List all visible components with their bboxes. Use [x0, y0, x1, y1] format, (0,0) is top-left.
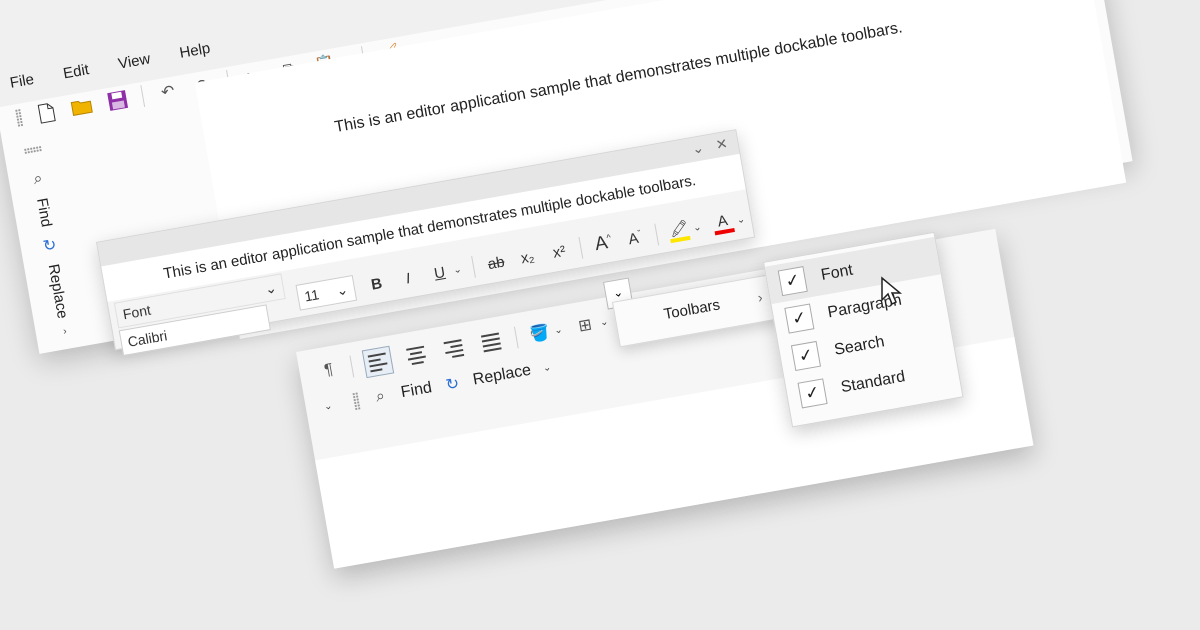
strikethrough-icon[interactable]: ab — [485, 253, 508, 273]
scene: File Edit View Help ↶ ↷ ✂ ⧉ 📋 ⌄ — [0, 0, 1200, 630]
new-document-icon[interactable] — [34, 100, 59, 125]
align-center-icon — [406, 345, 427, 365]
shrink-font-icon[interactable]: Aˇ — [624, 228, 647, 249]
search-toolbar-vertical: ⌕ Find ↻ Replace › — [14, 143, 93, 376]
toolbar-grip[interactable] — [14, 108, 24, 128]
chevron-down-icon: ⌄ — [263, 278, 278, 297]
font-size-value: 11 — [303, 286, 321, 305]
separator — [140, 85, 146, 107]
checkbox-checked-icon[interactable]: ✓ — [777, 266, 808, 297]
chevron-down-icon[interactable]: ⌄ — [599, 316, 609, 328]
toolbar-toggle-label: Standard — [839, 368, 907, 397]
italic-button[interactable]: I — [397, 268, 420, 288]
replace-button[interactable]: Replace — [45, 263, 71, 320]
separator — [578, 236, 584, 259]
separator — [471, 255, 477, 278]
chevron-down-icon[interactable]: ⌄ — [553, 324, 563, 336]
separator — [349, 355, 355, 378]
replace-icon[interactable]: ↻ — [37, 233, 62, 258]
toolbar-grip[interactable] — [352, 391, 362, 411]
toolbar-toggle-label: Search — [832, 333, 886, 359]
font-size-combo[interactable]: 11 ⌄ — [295, 274, 358, 311]
chevron-down-icon: ⌄ — [334, 280, 350, 299]
replace-button[interactable]: Replace — [472, 362, 533, 390]
align-center-button[interactable] — [401, 340, 431, 370]
justify-button[interactable] — [476, 327, 506, 357]
underline-button[interactable]: U — [428, 263, 451, 283]
checkbox-checked-icon[interactable]: ✓ — [790, 340, 822, 372]
close-icon[interactable]: ✕ — [714, 135, 729, 154]
search-icon[interactable]: ⌕ — [368, 384, 393, 409]
chevron-down-icon[interactable]: ⌄ — [692, 221, 702, 233]
align-right-button[interactable] — [439, 333, 469, 363]
borders-icon[interactable]: ⊞ — [572, 313, 597, 338]
toolbar-grip[interactable] — [23, 145, 43, 155]
chevron-down-icon[interactable]: ⌄ — [452, 264, 462, 276]
subscript-icon[interactable]: x₂ — [516, 247, 539, 267]
highlight-icon[interactable]: 🖍 — [667, 217, 692, 244]
toolbar-toggle-label: Font — [819, 261, 855, 284]
align-right-icon — [443, 338, 465, 359]
search-icon[interactable]: ⌕ — [25, 167, 50, 192]
toolbars-submenu: ✓ Font ✓ Paragraph ✓ Search ✓ Standard — [763, 231, 964, 428]
align-left-button[interactable] — [361, 345, 395, 379]
separator — [513, 326, 519, 349]
align-left-icon — [367, 351, 389, 372]
superscript-icon[interactable]: x² — [548, 242, 571, 262]
replace-icon[interactable]: ↻ — [440, 372, 465, 397]
mouse-cursor-icon — [881, 276, 903, 306]
chevron-down-icon[interactable]: ⌄ — [542, 362, 552, 374]
chevron-down-icon[interactable]: ⌄ — [323, 400, 333, 412]
grow-font-icon[interactable]: A^ — [592, 231, 616, 256]
bold-button[interactable]: B — [365, 274, 388, 294]
shading-icon[interactable]: 🪣 — [527, 321, 552, 346]
undo-icon[interactable]: ↶ — [155, 79, 180, 104]
justify-icon — [480, 332, 502, 352]
find-button[interactable]: Find — [400, 379, 434, 402]
pilcrow-icon[interactable]: ¶ — [316, 358, 341, 383]
find-button[interactable]: Find — [33, 197, 55, 229]
save-icon[interactable] — [105, 88, 130, 113]
separator — [654, 223, 660, 246]
chevron-down-icon[interactable]: ⌄ — [691, 139, 706, 158]
toolbars-menu-item[interactable]: Toolbars — [663, 296, 722, 323]
checkbox-checked-icon[interactable]: ✓ — [797, 378, 828, 409]
chevron-down-icon[interactable]: ⌄ — [736, 214, 746, 226]
open-folder-icon[interactable] — [69, 94, 94, 119]
chevron-right-icon: › — [756, 288, 764, 306]
font-color-icon[interactable]: A — [711, 210, 735, 235]
chevron-down-icon[interactable]: › — [62, 326, 67, 337]
checkbox-checked-icon[interactable]: ✓ — [784, 303, 815, 334]
